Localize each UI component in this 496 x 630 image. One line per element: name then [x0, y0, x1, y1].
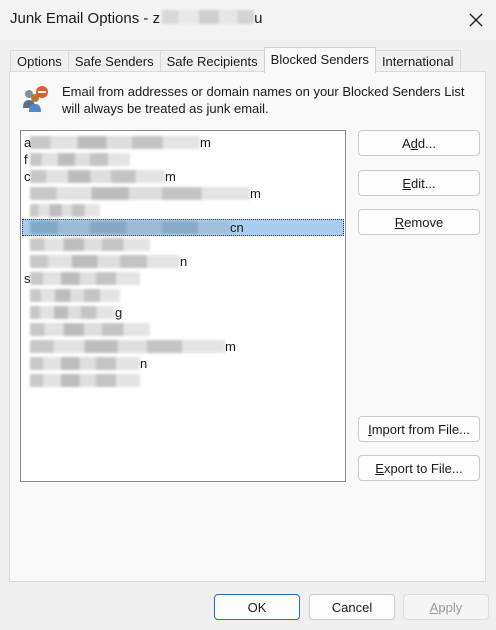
redacted-address: [30, 221, 230, 234]
list-item[interactable]: [22, 372, 344, 389]
redacted-account: [162, 10, 255, 24]
title-account-start: z: [152, 10, 161, 27]
address-visible-fragment: c: [24, 169, 31, 184]
apply-button[interactable]: Apply: [403, 594, 489, 620]
list-item[interactable]: cn: [22, 219, 344, 236]
export-to-file-button[interactable]: Export to File...: [358, 455, 480, 481]
window-title: Junk Email Options - z u: [10, 10, 262, 27]
redacted-address: [30, 340, 225, 353]
address-visible-fragment: a: [24, 135, 32, 150]
blocked-senders-panel: Email from addresses or domain names on …: [9, 71, 486, 582]
title-account-end: u: [254, 10, 263, 27]
redacted-address: [30, 374, 140, 387]
list-item[interactable]: [22, 287, 344, 304]
redacted-address: [30, 255, 180, 268]
list-item[interactable]: n: [22, 253, 344, 270]
list-item[interactable]: s: [22, 270, 344, 287]
list-item[interactable]: [22, 321, 344, 338]
redacted-address: [30, 204, 100, 217]
redacted-address: [30, 238, 150, 251]
list-item[interactable]: cm: [22, 168, 344, 185]
list-item[interactable]: f: [22, 151, 344, 168]
tab-options[interactable]: Options: [10, 50, 69, 73]
address-visible-tail: cn: [230, 220, 244, 235]
list-item[interactable]: m: [22, 338, 344, 355]
redacted-address: [30, 306, 115, 319]
address-visible-tail: m: [200, 135, 211, 150]
title-text: Junk Email Options -: [10, 10, 153, 27]
blocked-sender-icon: [23, 86, 48, 112]
redacted-address: [30, 289, 120, 302]
redacted-address: [30, 187, 250, 200]
tab-international[interactable]: International: [374, 50, 461, 73]
address-visible-tail: m: [250, 186, 261, 201]
list-item[interactable]: g: [22, 304, 344, 321]
redacted-address: [30, 357, 140, 370]
add-button[interactable]: Add...: [358, 130, 480, 156]
import-from-file-button[interactable]: Import from File...: [358, 416, 480, 442]
list-item[interactable]: [22, 236, 344, 253]
redacted-address: [30, 170, 165, 183]
address-visible-tail: g: [115, 305, 123, 320]
address-visible-tail: m: [165, 169, 176, 184]
address-visible-tail: m: [225, 339, 236, 354]
list-item[interactable]: [22, 202, 344, 219]
title-bar: Junk Email Options - z u: [0, 0, 496, 40]
tab-strip: Options Safe Senders Safe Recipients Blo…: [10, 47, 461, 73]
list-item[interactable]: am: [22, 134, 344, 151]
redacted-address: [30, 153, 130, 166]
redacted-address: [30, 272, 140, 285]
address-visible-tail: n: [140, 356, 148, 371]
list-item[interactable]: m: [22, 185, 344, 202]
redacted-address: [30, 136, 200, 149]
ok-button[interactable]: OK: [214, 594, 300, 620]
address-visible-fragment: s: [24, 271, 31, 286]
remove-button[interactable]: Remove: [358, 209, 480, 235]
address-visible-tail: n: [180, 254, 188, 269]
close-icon: [469, 13, 483, 27]
tab-safe-senders[interactable]: Safe Senders: [67, 50, 161, 73]
list-item[interactable]: n: [22, 355, 344, 372]
close-button[interactable]: [464, 8, 488, 32]
edit-button[interactable]: Edit...: [358, 170, 480, 196]
address-visible-fragment: f: [24, 152, 28, 167]
info-text: Email from addresses or domain names on …: [62, 84, 465, 116]
redacted-address: [30, 323, 150, 336]
blocked-senders-list[interactable]: a m f c m m cn n s g m n: [20, 130, 346, 482]
tab-safe-recipients[interactable]: Safe Recipients: [159, 50, 265, 73]
cancel-button[interactable]: Cancel: [309, 594, 395, 620]
tab-blocked-senders[interactable]: Blocked Senders: [263, 47, 376, 73]
